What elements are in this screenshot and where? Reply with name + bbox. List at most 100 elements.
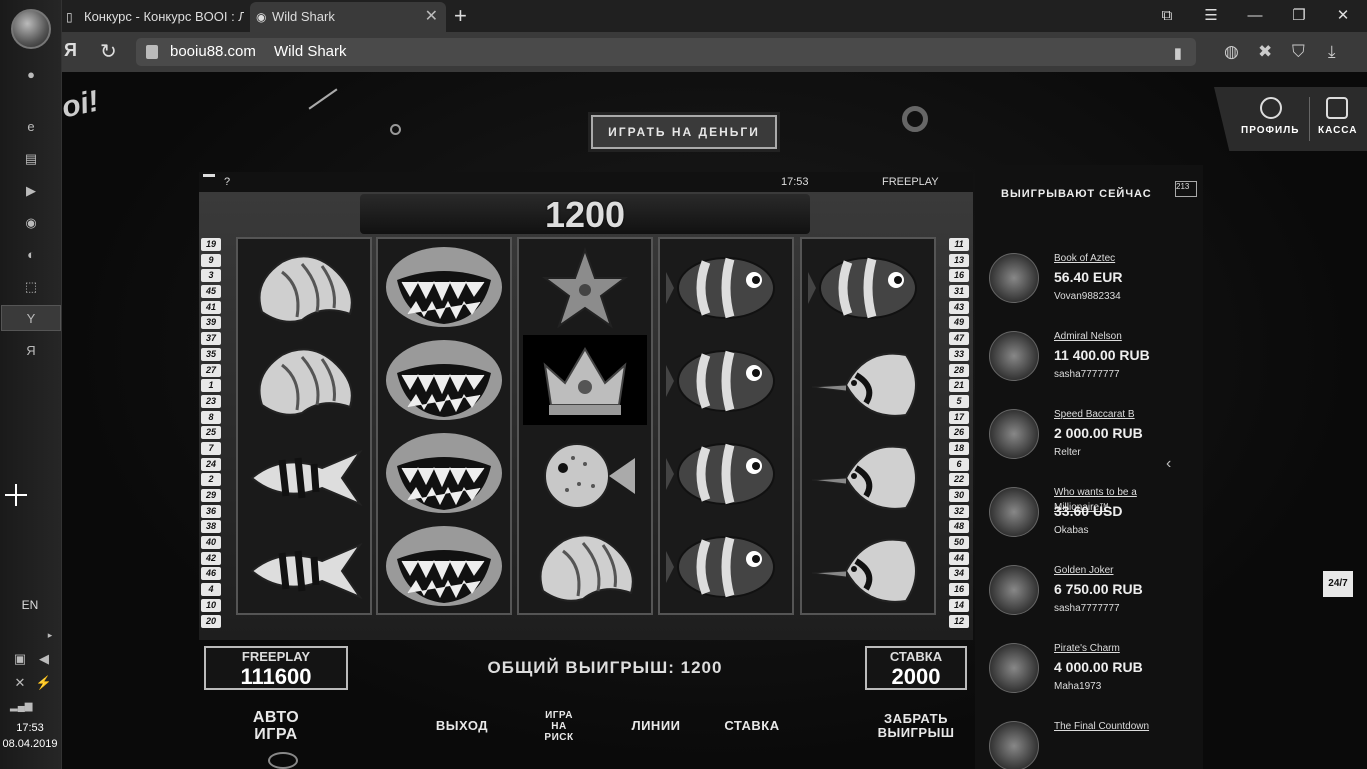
game-link[interactable]: Admiral Nelson: [1054, 329, 1194, 344]
language-indicator[interactable]: EN: [0, 598, 60, 612]
tray-expand-icon[interactable]: ▸: [40, 626, 60, 644]
minimize-button[interactable]: —: [1237, 0, 1273, 32]
chevron-left-icon[interactable]: ‹: [1166, 455, 1171, 473]
payline-number[interactable]: 45: [201, 285, 221, 299]
game-link[interactable]: Speed Baccarat B: [1054, 407, 1194, 422]
payline-number[interactable]: 18: [949, 441, 969, 455]
payline-number[interactable]: 14: [949, 598, 969, 612]
payline-number[interactable]: 22: [949, 473, 969, 487]
menu-icon[interactable]: [203, 174, 215, 177]
tray-network-icon[interactable]: ▣: [10, 650, 30, 668]
close-window-button[interactable]: ✕: [1325, 0, 1361, 32]
tab-booi-contest[interactable]: ▯ Конкурс - Конкурс BOOI : Л: [62, 2, 244, 32]
payline-number[interactable]: 41: [201, 300, 221, 314]
autoplay-button[interactable]: АВТО ИГРА: [236, 709, 316, 743]
payline-number[interactable]: 36: [201, 504, 221, 518]
menu-icon[interactable]: ☰: [1193, 0, 1229, 32]
payline-number[interactable]: 19: [201, 238, 221, 251]
start-button[interactable]: [11, 9, 51, 49]
tab-wild-shark[interactable]: ◉ Wild Shark ✕: [250, 2, 446, 32]
volume-icon[interactable]: ◀: [34, 650, 54, 668]
payline-number[interactable]: 31: [949, 285, 969, 299]
game-link[interactable]: Pirate's Charm: [1054, 641, 1194, 656]
bookmark-icon[interactable]: ▮: [1174, 44, 1182, 62]
payline-number[interactable]: 25: [201, 426, 221, 440]
profile-link[interactable]: ПРОФИЛЬ: [1241, 125, 1299, 136]
payline-number[interactable]: 44: [949, 551, 969, 565]
address-bar[interactable]: booiu88.com Wild Shark ▮: [136, 38, 1196, 66]
bookmarks-panel-icon[interactable]: ⧉: [1149, 0, 1185, 32]
yandex-icon[interactable]: Я: [21, 342, 41, 360]
new-tab-button[interactable]: +: [454, 2, 467, 30]
tray-flag-icon[interactable]: ✕: [10, 674, 30, 692]
payline-number[interactable]: 32: [949, 504, 969, 518]
chat-icon[interactable]: ◉: [21, 214, 41, 232]
payline-number[interactable]: 28: [949, 363, 969, 377]
help-button[interactable]: ?: [224, 176, 230, 188]
payline-number[interactable]: 1: [201, 379, 221, 393]
payline-number[interactable]: 42: [201, 551, 221, 565]
payline-number[interactable]: 7: [201, 441, 221, 455]
payline-number[interactable]: 35: [201, 347, 221, 361]
app-icon[interactable]: ◐: [21, 246, 41, 264]
payline-number[interactable]: 38: [201, 520, 221, 534]
cashier-link[interactable]: КАССА: [1318, 125, 1358, 136]
payline-number[interactable]: 33: [949, 347, 969, 361]
payline-number[interactable]: 16: [949, 269, 969, 283]
payline-number[interactable]: 26: [949, 426, 969, 440]
payline-number[interactable]: 27: [201, 363, 221, 377]
reload-icon[interactable]: ↻: [100, 39, 117, 64]
payline-number[interactable]: 49: [949, 316, 969, 330]
payline-number[interactable]: 12: [949, 614, 969, 628]
payline-number[interactable]: 4: [201, 583, 221, 597]
payline-number[interactable]: 34: [949, 567, 969, 581]
support-chat-button[interactable]: 24/7: [1323, 571, 1353, 597]
user-icon[interactable]: ●: [21, 66, 41, 84]
globe-icon[interactable]: ◍: [1224, 42, 1239, 62]
gamble-button[interactable]: ИГРА НА РИСК: [536, 710, 582, 743]
payline-number[interactable]: 9: [201, 253, 221, 267]
podium-icon[interactable]: 213: [1175, 181, 1197, 197]
payline-number[interactable]: 47: [949, 332, 969, 346]
play-for-money-button[interactable]: ИГРАТЬ НА ДЕНЬГИ: [591, 115, 777, 149]
power-icon[interactable]: ⚡: [34, 674, 54, 692]
payline-number[interactable]: 46: [201, 567, 221, 581]
payline-number[interactable]: 24: [201, 457, 221, 471]
game-thumbnail[interactable]: [989, 487, 1039, 537]
game-link[interactable]: Book of Aztec: [1054, 251, 1194, 266]
game-thumbnail[interactable]: [989, 409, 1039, 459]
screenshot-icon[interactable]: ⬚: [21, 278, 41, 296]
game-thumbnail[interactable]: [989, 643, 1039, 693]
payline-number[interactable]: 16: [949, 583, 969, 597]
extension-icon[interactable]: ✖: [1258, 42, 1272, 62]
lock-icon[interactable]: [146, 45, 158, 59]
payline-number[interactable]: 39: [201, 316, 221, 330]
payline-number[interactable]: 43: [949, 300, 969, 314]
game-thumbnail[interactable]: [989, 565, 1039, 615]
payline-number[interactable]: 5: [949, 394, 969, 408]
game-link[interactable]: Golden Joker: [1054, 563, 1194, 578]
payline-number[interactable]: 30: [949, 489, 969, 502]
restore-button[interactable]: ❐: [1281, 0, 1317, 32]
payline-number[interactable]: 50: [949, 536, 969, 550]
media-player-icon[interactable]: ▶: [21, 182, 41, 200]
payline-number[interactable]: 29: [201, 489, 221, 502]
payline-number[interactable]: 17: [949, 410, 969, 424]
payline-number[interactable]: 37: [201, 332, 221, 346]
payline-number[interactable]: 11: [949, 238, 969, 251]
payline-number[interactable]: 48: [949, 520, 969, 534]
download-icon[interactable]: ⤓: [1328, 42, 1336, 62]
exit-button[interactable]: ВЫХОД: [420, 718, 504, 733]
profile-icon[interactable]: [1260, 97, 1282, 119]
yandex-browser-icon[interactable]: Y: [21, 310, 41, 328]
payline-number[interactable]: 10: [201, 598, 221, 612]
yandex-logo-icon[interactable]: Я: [64, 40, 77, 61]
game-thumbnail[interactable]: [989, 331, 1039, 381]
protect-icon[interactable]: ⛉: [1292, 42, 1305, 62]
game-link[interactable]: The Final Countdown: [1054, 719, 1194, 734]
cashier-icon[interactable]: [1326, 97, 1348, 119]
stake-button[interactable]: СТАВКА: [710, 718, 794, 733]
folder-icon[interactable]: ▤: [21, 150, 41, 168]
ie-icon[interactable]: e: [21, 118, 41, 136]
payline-number[interactable]: 13: [949, 253, 969, 267]
